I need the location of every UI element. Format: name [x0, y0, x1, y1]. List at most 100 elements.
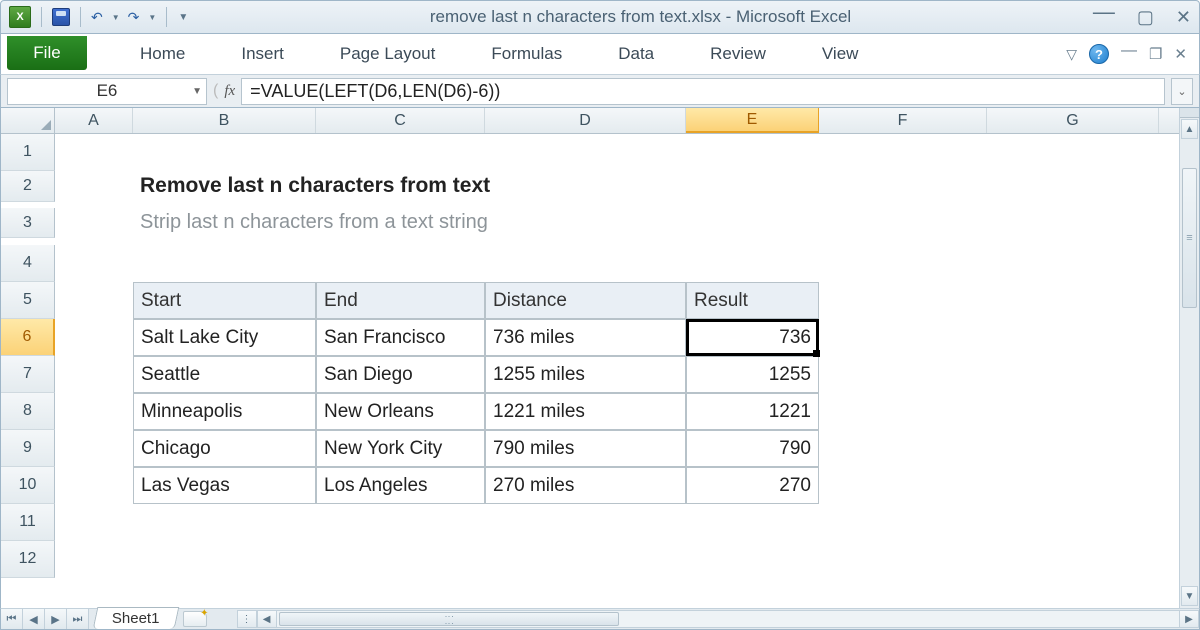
table-cell[interactable]: Chicago	[133, 430, 316, 467]
formula-expand-icon[interactable]: ⌄	[1171, 78, 1193, 105]
ribbon-minimize-icon[interactable]: ▽	[1066, 46, 1077, 63]
cell[interactable]	[987, 319, 1159, 356]
mdi-restore-icon[interactable]: ❐	[1149, 45, 1162, 63]
horizontal-scrollbar[interactable]: ⋮ ◀ ▶	[237, 610, 1199, 628]
cell[interactable]	[485, 245, 686, 282]
row-header[interactable]: 7	[1, 356, 55, 393]
tab-view[interactable]: View	[794, 34, 887, 74]
cell[interactable]	[316, 541, 485, 578]
undo-icon[interactable]: ↶	[91, 9, 103, 26]
cell[interactable]	[819, 393, 987, 430]
cell[interactable]	[819, 430, 987, 467]
row-header[interactable]: 5	[1, 282, 55, 319]
cell[interactable]	[987, 504, 1159, 541]
cell[interactable]	[55, 282, 133, 319]
cell[interactable]	[987, 541, 1159, 578]
save-icon[interactable]	[52, 8, 70, 26]
table-cell[interactable]: Seattle	[133, 356, 316, 393]
row-header[interactable]: 1	[1, 134, 55, 171]
table-cell[interactable]: Salt Lake City	[133, 319, 316, 356]
select-all-corner[interactable]	[1, 108, 55, 133]
tab-review[interactable]: Review	[682, 34, 794, 74]
mdi-close-icon[interactable]: ✕	[1174, 45, 1187, 63]
cell[interactable]	[987, 245, 1159, 282]
cell[interactable]	[485, 504, 686, 541]
cell[interactable]	[819, 282, 987, 319]
subtitle-cell[interactable]: Strip last n characters from a text stri…	[133, 208, 987, 238]
table-header-result[interactable]: Result	[686, 282, 819, 319]
maximize-icon[interactable]: ▢	[1137, 7, 1154, 28]
row-header[interactable]: 9	[1, 430, 55, 467]
cell[interactable]	[316, 504, 485, 541]
tab-home[interactable]: Home	[112, 34, 213, 74]
row-header[interactable]: 6	[1, 319, 55, 356]
cell[interactable]	[133, 541, 316, 578]
cell[interactable]	[55, 541, 133, 578]
col-header-f[interactable]: F	[819, 108, 987, 133]
cell[interactable]	[133, 245, 316, 282]
table-cell[interactable]: 736	[686, 319, 819, 356]
cell[interactable]	[133, 134, 316, 171]
hscroll-thumb[interactable]	[279, 612, 619, 626]
col-header-c[interactable]: C	[316, 108, 485, 133]
cell[interactable]	[55, 319, 133, 356]
cell[interactable]	[987, 356, 1159, 393]
sheet-tab[interactable]: Sheet1	[93, 607, 179, 629]
col-header-e[interactable]: E	[686, 108, 819, 133]
cell[interactable]	[55, 208, 133, 238]
cell[interactable]	[686, 541, 819, 578]
title-cell[interactable]: Remove last n characters from text	[133, 171, 987, 202]
cell[interactable]	[987, 171, 1159, 202]
sheet-nav-prev-icon[interactable]: ◀	[23, 609, 45, 629]
cell[interactable]	[987, 430, 1159, 467]
table-cell[interactable]: New Orleans	[316, 393, 485, 430]
cell[interactable]	[55, 134, 133, 171]
sheet-nav-next-icon[interactable]: ▶	[45, 609, 67, 629]
row-header[interactable]: 11	[1, 504, 55, 541]
cell[interactable]	[686, 245, 819, 282]
name-box[interactable]: E6 ▼	[7, 78, 207, 105]
qat-customize-icon[interactable]: ▼	[178, 12, 188, 23]
cell[interactable]	[987, 208, 1159, 238]
redo-dropdown-icon[interactable]: ▼	[148, 13, 156, 22]
col-header-g[interactable]: G	[987, 108, 1159, 133]
excel-logo-icon[interactable]: X	[9, 6, 31, 28]
tab-data[interactable]: Data	[590, 34, 682, 74]
scroll-down-icon[interactable]: ▼	[1181, 586, 1198, 606]
cell[interactable]	[485, 134, 686, 171]
table-header-start[interactable]: Start	[133, 282, 316, 319]
cell[interactable]	[55, 171, 133, 202]
help-icon[interactable]: ?	[1089, 44, 1109, 64]
cell[interactable]	[55, 504, 133, 541]
cell[interactable]	[55, 356, 133, 393]
table-cell[interactable]: 736 miles	[485, 319, 686, 356]
new-sheet-icon[interactable]	[183, 611, 207, 627]
cell[interactable]	[55, 245, 133, 282]
scroll-left-icon[interactable]: ◀	[257, 610, 277, 628]
row-header[interactable]: 4	[1, 245, 55, 282]
redo-icon[interactable]: ↷	[128, 9, 140, 26]
cell[interactable]	[133, 504, 316, 541]
scroll-right-icon[interactable]: ▶	[1179, 610, 1199, 628]
formula-input[interactable]: =VALUE(LEFT(D6,LEN(D6)-6))	[241, 78, 1165, 105]
table-cell[interactable]: 270 miles	[485, 467, 686, 504]
cell[interactable]	[987, 467, 1159, 504]
undo-dropdown-icon[interactable]: ▼	[112, 13, 120, 22]
col-header-b[interactable]: B	[133, 108, 316, 133]
row-header[interactable]: 10	[1, 467, 55, 504]
row-header[interactable]: 2	[1, 171, 55, 202]
cell[interactable]	[55, 393, 133, 430]
tab-page-layout[interactable]: Page Layout	[312, 34, 463, 74]
table-cell[interactable]: Las Vegas	[133, 467, 316, 504]
cell[interactable]	[819, 504, 987, 541]
table-header-distance[interactable]: Distance	[485, 282, 686, 319]
table-header-end[interactable]: End	[316, 282, 485, 319]
cell[interactable]	[819, 134, 987, 171]
cell[interactable]	[819, 467, 987, 504]
table-cell[interactable]: 1255 miles	[485, 356, 686, 393]
cell[interactable]	[55, 430, 133, 467]
name-box-dropdown-icon[interactable]: ▼	[192, 86, 202, 97]
cell[interactable]	[819, 541, 987, 578]
cell[interactable]	[316, 134, 485, 171]
cell[interactable]	[55, 467, 133, 504]
